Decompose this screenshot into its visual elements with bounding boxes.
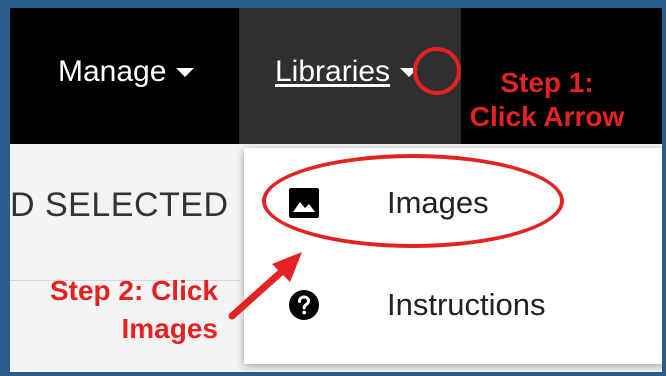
app-window: Manage Libraries Step 1: Click Arrow D S… [10, 8, 662, 372]
chevron-down-icon[interactable] [176, 67, 195, 77]
annotation-step2-line2: Images [121, 313, 219, 344]
nav-manage-label: Manage [58, 55, 167, 88]
annotation-step1-line2: Click Arrow [469, 101, 625, 132]
annotation-step1: Step 1: Click Arrow [447, 66, 647, 134]
nav-manage[interactable]: Manage [58, 54, 195, 90]
top-navigation-bar: Manage Libraries Step 1: Click Arrow [10, 8, 662, 144]
annotation-step1-line1: Step 1: [500, 67, 594, 98]
annotation-ellipse-images [262, 154, 564, 248]
annotation-step2: Step 2: Click Images [18, 272, 218, 348]
nav-libraries-label[interactable]: Libraries [275, 54, 390, 90]
annotation-step2-line1: Step 2: Click [49, 275, 218, 306]
selected-count-text: D SELECTED [10, 186, 229, 224]
menu-item-instructions-label: Instructions [387, 287, 546, 322]
annotation-arrow-icon [228, 252, 302, 320]
nav-libraries[interactable]: Libraries [275, 54, 419, 90]
